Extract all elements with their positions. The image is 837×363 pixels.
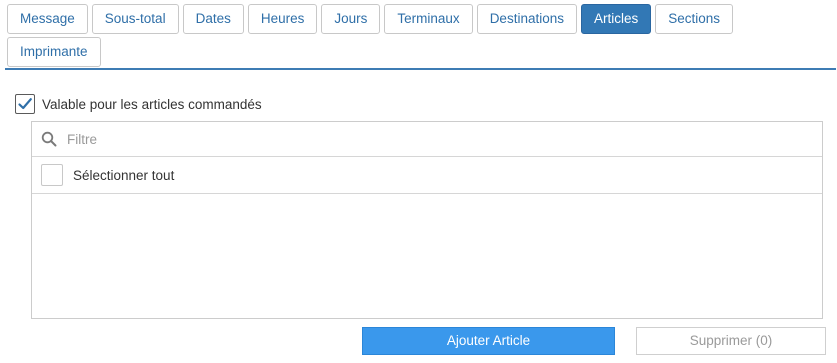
- articles-list-panel: Sélectionner tout: [31, 121, 823, 319]
- tab-message[interactable]: Message: [7, 4, 88, 34]
- tab-row-2: Imprimante: [7, 37, 833, 67]
- valid-for-ordered-items-label: Valable pour les articles commandés: [42, 96, 262, 112]
- tab-jours[interactable]: Jours: [321, 4, 381, 34]
- filter-input[interactable]: [65, 130, 769, 148]
- filter-row: [32, 122, 822, 157]
- valid-for-ordered-items-option[interactable]: Valable pour les articles commandés: [15, 94, 262, 114]
- articles-list[interactable]: [32, 194, 822, 318]
- select-all-checkbox[interactable]: [41, 164, 63, 186]
- tab-bar: Message Sous-total Dates Heures Jours Te…: [7, 4, 833, 70]
- tab-dates[interactable]: Dates: [182, 4, 244, 34]
- page: Message Sous-total Dates Heures Jours Te…: [0, 0, 837, 363]
- tab-sections[interactable]: Sections: [655, 4, 734, 34]
- delete-button[interactable]: Supprimer (0): [636, 327, 826, 355]
- search-icon: [41, 131, 57, 147]
- tab-articles[interactable]: Articles: [580, 4, 652, 34]
- tab-imprimante[interactable]: Imprimante: [7, 37, 101, 67]
- tab-divider: [5, 68, 836, 70]
- checkmark-icon: [18, 98, 32, 110]
- select-all-row[interactable]: Sélectionner tout: [32, 157, 822, 194]
- tab-destinations[interactable]: Destinations: [476, 4, 577, 34]
- tab-terminaux[interactable]: Terminaux: [384, 4, 473, 34]
- tab-row-1: Message Sous-total Dates Heures Jours Te…: [7, 4, 833, 34]
- tab-sous-total[interactable]: Sous-total: [91, 4, 179, 34]
- tab-heures[interactable]: Heures: [247, 4, 318, 34]
- valid-for-ordered-items-checkbox[interactable]: [15, 94, 35, 114]
- add-article-button[interactable]: Ajouter Article: [362, 327, 615, 355]
- select-all-label: Sélectionner tout: [73, 167, 175, 183]
